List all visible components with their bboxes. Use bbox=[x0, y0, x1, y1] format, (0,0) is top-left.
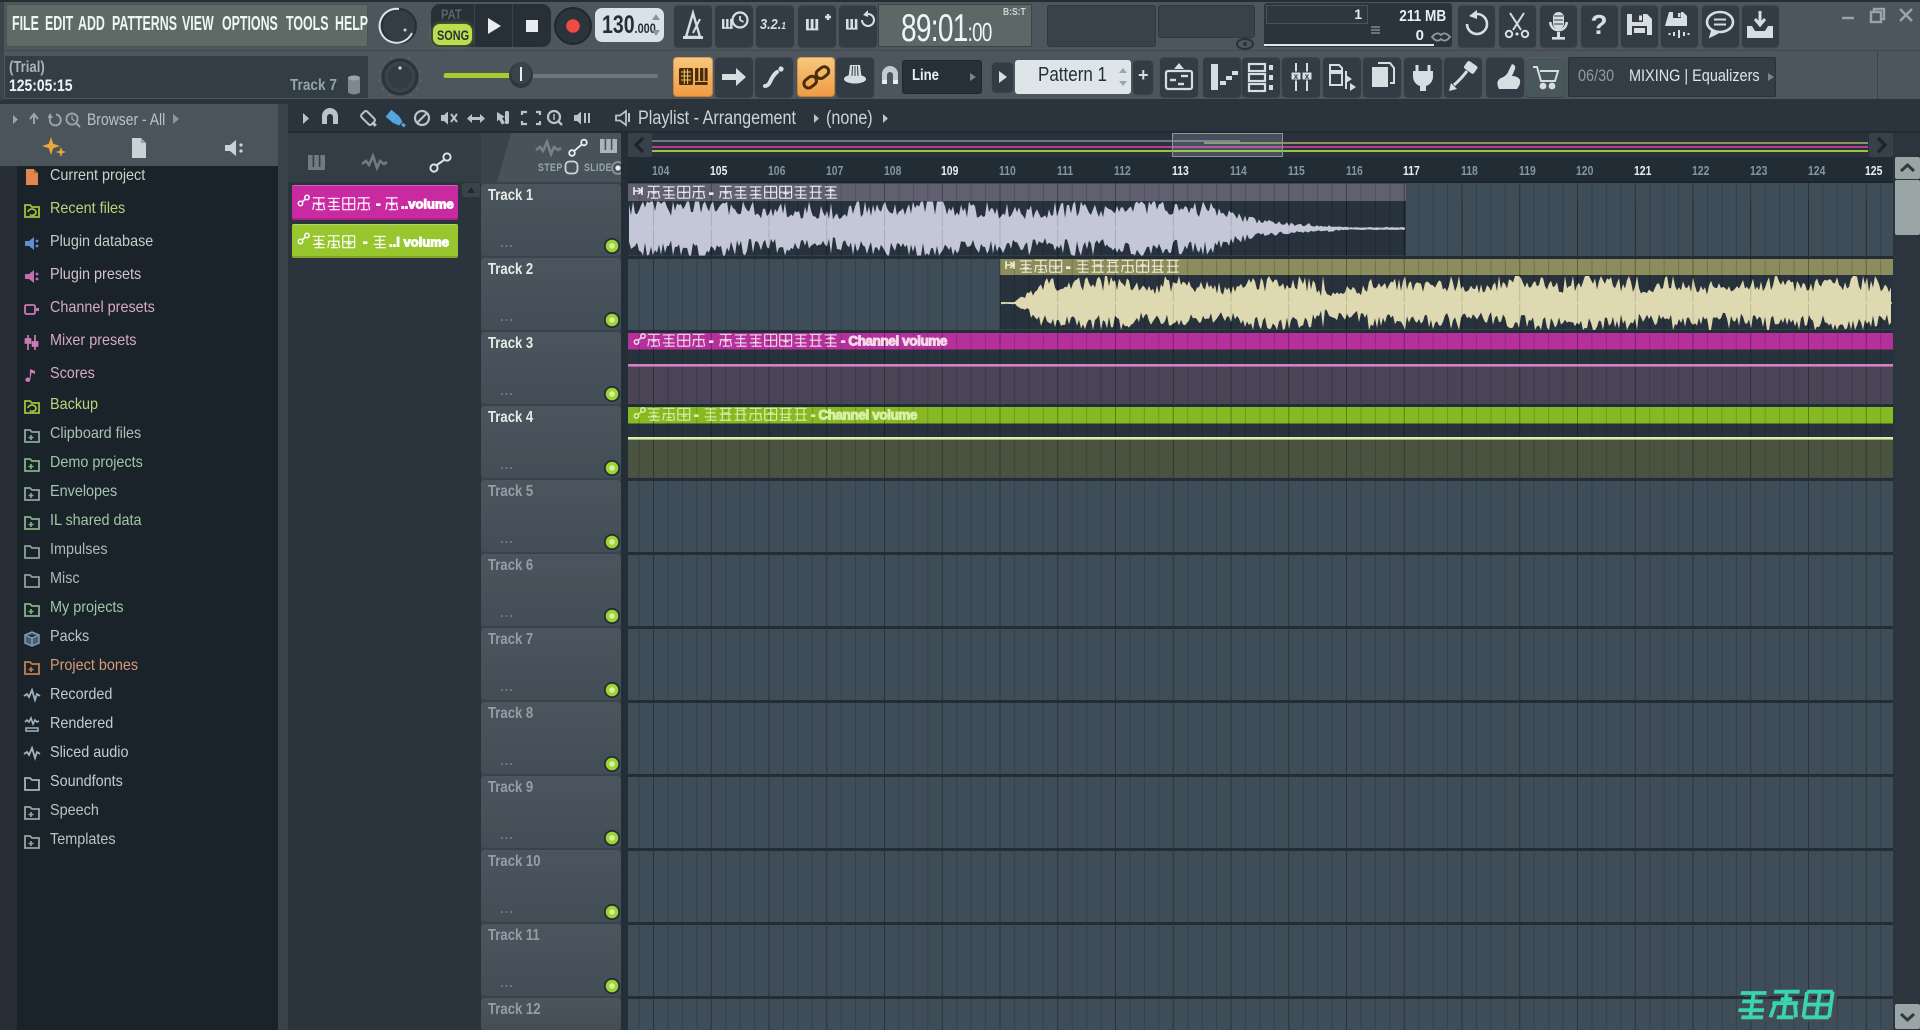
svg-text:?: ? bbox=[1590, 9, 1607, 40]
svg-text:-: - bbox=[1066, 260, 1070, 275]
svg-text:-: - bbox=[709, 186, 713, 201]
svg-text:..volume: ..volume bbox=[401, 197, 454, 212]
svg-text:-: - bbox=[363, 235, 368, 250]
svg-text:x: x bbox=[1294, 72, 1299, 81]
svg-text:- Channel volume: - Channel volume bbox=[841, 334, 948, 349]
svg-text:-: - bbox=[709, 334, 713, 349]
svg-text:-: - bbox=[376, 197, 381, 212]
svg-text:- Channel volume: - Channel volume bbox=[811, 408, 918, 423]
svg-text:-: - bbox=[694, 408, 698, 423]
svg-text:x: x bbox=[1305, 72, 1310, 81]
svg-text:..l volume: ..l volume bbox=[389, 235, 449, 250]
